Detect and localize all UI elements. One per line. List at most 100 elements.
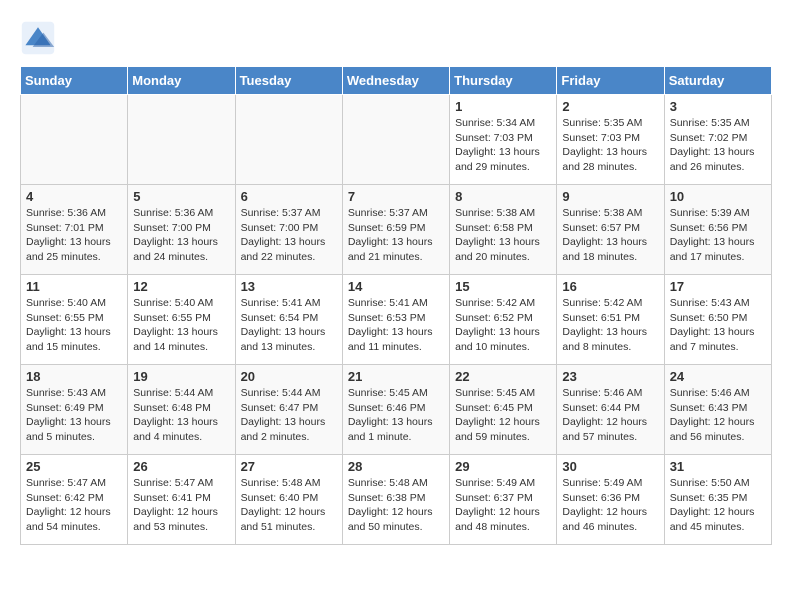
day-number: 3 xyxy=(670,99,766,114)
calendar-cell: 11 Sunrise: 5:40 AMSunset: 6:55 PMDayligh… xyxy=(21,275,128,365)
calendar-cell: 29 Sunrise: 5:49 AMSunset: 6:37 PMDayligh… xyxy=(450,455,557,545)
day-number: 5 xyxy=(133,189,229,204)
day-info: Sunrise: 5:48 AMSunset: 6:40 PMDaylight:… xyxy=(241,476,337,535)
day-info: Sunrise: 5:43 AMSunset: 6:49 PMDaylight:… xyxy=(26,386,122,445)
logo xyxy=(20,20,62,56)
calendar-cell: 20 Sunrise: 5:44 AMSunset: 6:47 PMDayligh… xyxy=(235,365,342,455)
day-number: 4 xyxy=(26,189,122,204)
day-number: 31 xyxy=(670,459,766,474)
day-number: 9 xyxy=(562,189,658,204)
calendar-cell: 1Sunrise: 5:34 AMSunset: 7:03 PMDaylight… xyxy=(450,95,557,185)
calendar-cell: 2 Sunrise: 5:35 AMSunset: 7:03 PMDaylight… xyxy=(557,95,664,185)
calendar-cell: 30 Sunrise: 5:49 AMSunset: 6:36 PMDayligh… xyxy=(557,455,664,545)
day-info: Sunrise: 5:39 AMSunset: 6:56 PMDaylight:… xyxy=(670,206,766,265)
day-number: 19 xyxy=(133,369,229,384)
day-number: 30 xyxy=(562,459,658,474)
day-info: Sunrise: 5:47 AMSunset: 6:41 PMDaylight:… xyxy=(133,476,229,535)
calendar-week-5: 25 Sunrise: 5:47 AMSunset: 6:42 PMDayligh… xyxy=(21,455,772,545)
calendar-week-4: 18 Sunrise: 5:43 AMSunset: 6:49 PMDayligh… xyxy=(21,365,772,455)
day-info: Sunrise: 5:35 AMSunset: 7:03 PMDaylight:… xyxy=(562,116,658,175)
weekday-header-row: SundayMondayTuesdayWednesdayThursdayFrid… xyxy=(21,67,772,95)
day-number: 14 xyxy=(348,279,444,294)
calendar-table: SundayMondayTuesdayWednesdayThursdayFrid… xyxy=(20,66,772,545)
calendar-cell: 22Sunrise: 5:45 AMSunset: 6:45 PMDayligh… xyxy=(450,365,557,455)
calendar-week-1: 1Sunrise: 5:34 AMSunset: 7:03 PMDaylight… xyxy=(21,95,772,185)
day-number: 2 xyxy=(562,99,658,114)
calendar-cell: 5 Sunrise: 5:36 AMSunset: 7:00 PMDaylight… xyxy=(128,185,235,275)
day-number: 15 xyxy=(455,279,551,294)
day-info: Sunrise: 5:50 AMSunset: 6:35 PMDaylight:… xyxy=(670,476,766,535)
day-number: 18 xyxy=(26,369,122,384)
calendar-cell: 7Sunrise: 5:37 AMSunset: 6:59 PMDaylight… xyxy=(342,185,449,275)
day-info: Sunrise: 5:49 AMSunset: 6:36 PMDaylight:… xyxy=(562,476,658,535)
day-info: Sunrise: 5:43 AMSunset: 6:50 PMDaylight:… xyxy=(670,296,766,355)
day-number: 11 xyxy=(26,279,122,294)
calendar-cell: 25 Sunrise: 5:47 AMSunset: 6:42 PMDayligh… xyxy=(21,455,128,545)
day-number: 16 xyxy=(562,279,658,294)
calendar-cell: 4 Sunrise: 5:36 AMSunset: 7:01 PMDaylight… xyxy=(21,185,128,275)
weekday-monday: Monday xyxy=(128,67,235,95)
day-number: 6 xyxy=(241,189,337,204)
calendar-week-2: 4 Sunrise: 5:36 AMSunset: 7:01 PMDaylight… xyxy=(21,185,772,275)
day-info: Sunrise: 5:40 AMSunset: 6:55 PMDaylight:… xyxy=(133,296,229,355)
day-number: 13 xyxy=(241,279,337,294)
calendar-cell: 26 Sunrise: 5:47 AMSunset: 6:41 PMDayligh… xyxy=(128,455,235,545)
calendar-week-3: 11 Sunrise: 5:40 AMSunset: 6:55 PMDayligh… xyxy=(21,275,772,365)
day-info: Sunrise: 5:48 AMSunset: 6:38 PMDaylight:… xyxy=(348,476,444,535)
day-info: Sunrise: 5:47 AMSunset: 6:42 PMDaylight:… xyxy=(26,476,122,535)
day-info: Sunrise: 5:40 AMSunset: 6:55 PMDaylight:… xyxy=(26,296,122,355)
calendar-cell: 3 Sunrise: 5:35 AMSunset: 7:02 PMDaylight… xyxy=(664,95,771,185)
day-info: Sunrise: 5:46 AMSunset: 6:43 PMDaylight:… xyxy=(670,386,766,445)
calendar-cell xyxy=(235,95,342,185)
calendar-cell: 23 Sunrise: 5:46 AMSunset: 6:44 PMDayligh… xyxy=(557,365,664,455)
calendar-cell: 8 Sunrise: 5:38 AMSunset: 6:58 PMDaylight… xyxy=(450,185,557,275)
calendar-cell: 9 Sunrise: 5:38 AMSunset: 6:57 PMDaylight… xyxy=(557,185,664,275)
day-number: 28 xyxy=(348,459,444,474)
day-number: 23 xyxy=(562,369,658,384)
calendar-cell: 19 Sunrise: 5:44 AMSunset: 6:48 PMDayligh… xyxy=(128,365,235,455)
weekday-tuesday: Tuesday xyxy=(235,67,342,95)
calendar-body: 1Sunrise: 5:34 AMSunset: 7:03 PMDaylight… xyxy=(21,95,772,545)
calendar-cell: 21 Sunrise: 5:45 AMSunset: 6:46 PMDayligh… xyxy=(342,365,449,455)
day-info: Sunrise: 5:38 AMSunset: 6:57 PMDaylight:… xyxy=(562,206,658,265)
day-number: 21 xyxy=(348,369,444,384)
day-number: 12 xyxy=(133,279,229,294)
day-info: Sunrise: 5:45 AMSunset: 6:46 PMDaylight:… xyxy=(348,386,444,445)
day-number: 20 xyxy=(241,369,337,384)
day-info: Sunrise: 5:34 AMSunset: 7:03 PMDaylight:… xyxy=(455,116,551,175)
day-number: 26 xyxy=(133,459,229,474)
day-info: Sunrise: 5:49 AMSunset: 6:37 PMDaylight:… xyxy=(455,476,551,535)
day-number: 10 xyxy=(670,189,766,204)
day-number: 8 xyxy=(455,189,551,204)
day-info: Sunrise: 5:37 AMSunset: 7:00 PMDaylight:… xyxy=(241,206,337,265)
day-info: Sunrise: 5:38 AMSunset: 6:58 PMDaylight:… xyxy=(455,206,551,265)
day-info: Sunrise: 5:35 AMSunset: 7:02 PMDaylight:… xyxy=(670,116,766,175)
calendar-cell: 15Sunrise: 5:42 AMSunset: 6:52 PMDayligh… xyxy=(450,275,557,365)
day-info: Sunrise: 5:46 AMSunset: 6:44 PMDaylight:… xyxy=(562,386,658,445)
calendar-cell xyxy=(21,95,128,185)
day-info: Sunrise: 5:41 AMSunset: 6:54 PMDaylight:… xyxy=(241,296,337,355)
calendar-cell: 18 Sunrise: 5:43 AMSunset: 6:49 PMDayligh… xyxy=(21,365,128,455)
day-number: 29 xyxy=(455,459,551,474)
day-info: Sunrise: 5:44 AMSunset: 6:48 PMDaylight:… xyxy=(133,386,229,445)
day-info: Sunrise: 5:42 AMSunset: 6:51 PMDaylight:… xyxy=(562,296,658,355)
day-info: Sunrise: 5:44 AMSunset: 6:47 PMDaylight:… xyxy=(241,386,337,445)
day-info: Sunrise: 5:41 AMSunset: 6:53 PMDaylight:… xyxy=(348,296,444,355)
day-info: Sunrise: 5:45 AMSunset: 6:45 PMDaylight:… xyxy=(455,386,551,445)
day-info: Sunrise: 5:36 AMSunset: 7:00 PMDaylight:… xyxy=(133,206,229,265)
calendar-cell: 28 Sunrise: 5:48 AMSunset: 6:38 PMDayligh… xyxy=(342,455,449,545)
day-number: 24 xyxy=(670,369,766,384)
weekday-sunday: Sunday xyxy=(21,67,128,95)
calendar-cell xyxy=(342,95,449,185)
day-number: 25 xyxy=(26,459,122,474)
calendar-cell: 10 Sunrise: 5:39 AMSunset: 6:56 PMDayligh… xyxy=(664,185,771,275)
calendar-cell: 13 Sunrise: 5:41 AMSunset: 6:54 PMDayligh… xyxy=(235,275,342,365)
day-number: 27 xyxy=(241,459,337,474)
logo-icon xyxy=(20,20,56,56)
weekday-thursday: Thursday xyxy=(450,67,557,95)
day-info: Sunrise: 5:36 AMSunset: 7:01 PMDaylight:… xyxy=(26,206,122,265)
day-number: 17 xyxy=(670,279,766,294)
calendar-cell: 6 Sunrise: 5:37 AMSunset: 7:00 PMDaylight… xyxy=(235,185,342,275)
day-info: Sunrise: 5:37 AMSunset: 6:59 PMDaylight:… xyxy=(348,206,444,265)
calendar-cell: 31 Sunrise: 5:50 AMSunset: 6:35 PMDayligh… xyxy=(664,455,771,545)
